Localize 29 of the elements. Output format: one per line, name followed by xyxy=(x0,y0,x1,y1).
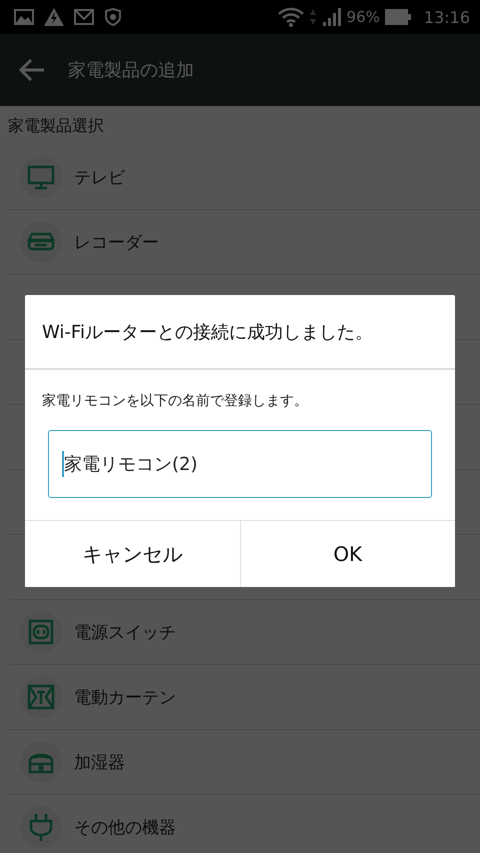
shield-icon xyxy=(104,8,122,26)
battery-percent: 96% xyxy=(346,8,380,26)
ok-button[interactable]: OK xyxy=(240,521,455,587)
device-name: その他の機器 xyxy=(74,816,176,838)
battery-icon xyxy=(384,9,411,25)
picture-icon xyxy=(14,9,34,25)
data-arrows-icon xyxy=(308,8,317,26)
device-list-item[interactable]: レコーダー xyxy=(8,210,480,275)
lightning-icon xyxy=(44,8,64,26)
signal-icon xyxy=(322,8,342,26)
wifi-icon xyxy=(278,7,304,27)
device-name: 加湿器 xyxy=(74,752,125,774)
section-heading: 家電製品選択 xyxy=(7,115,105,137)
device-list-item[interactable]: その他の機器 xyxy=(8,795,480,853)
back-arrow-icon[interactable] xyxy=(18,58,46,82)
device-list-item[interactable]: テレビ xyxy=(8,145,480,210)
device-name: 電源スイッチ xyxy=(74,622,176,644)
name-input-field[interactable]: 家電リモコン(2) xyxy=(48,430,432,498)
dialog-title: Wi-Fiルーターとの接続に成功しました。 xyxy=(25,295,455,370)
device-name: テレビ xyxy=(74,166,125,188)
device-name: 電動カーテン xyxy=(74,686,176,708)
screen-title: 家電製品の追加 xyxy=(68,59,194,82)
device-list-item[interactable]: 加湿器 xyxy=(8,730,480,795)
device-name: レコーダー xyxy=(74,232,159,254)
mail-icon xyxy=(74,9,94,25)
dialog-message: 家電リモコンを以下の名前で登録します。 xyxy=(41,392,309,410)
clock: 13:16 xyxy=(424,8,470,26)
device-list-item[interactable]: 電源スイッチ xyxy=(8,600,480,665)
device-list-item[interactable]: 電動カーテン xyxy=(8,665,480,730)
